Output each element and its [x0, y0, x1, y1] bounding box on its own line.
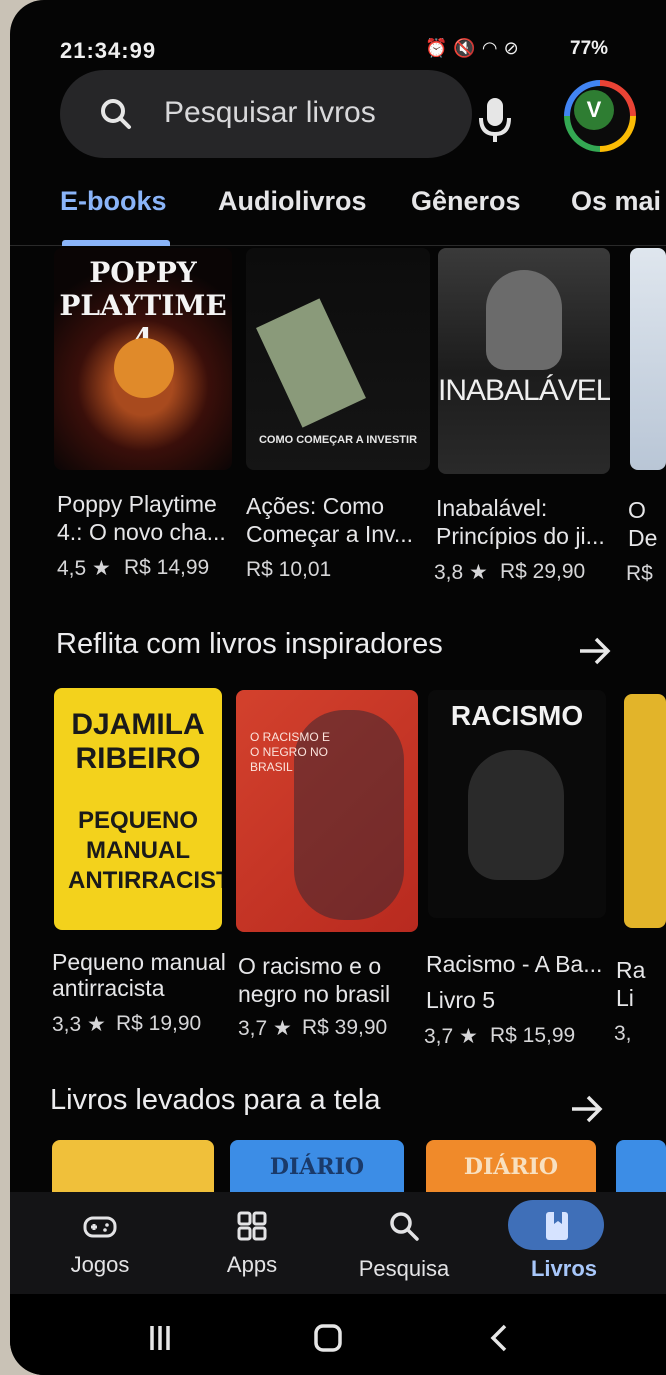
home-icon[interactable]: [308, 1318, 348, 1358]
search-icon: [390, 1212, 419, 1241]
book-price: R$ 19,90: [116, 1012, 202, 1035]
mute-icon: 🔇: [453, 38, 476, 58]
book-title[interactable]: negro no brasil: [238, 980, 418, 1008]
status-time: 21:34:99: [60, 38, 157, 63]
book-cover-partial[interactable]: [624, 694, 666, 928]
tab-os-mais[interactable]: Os mai: [571, 186, 661, 217]
book-rating: 3,: [614, 1022, 632, 1045]
microphone-icon[interactable]: [468, 84, 522, 154]
book-icon: [546, 1212, 568, 1240]
book-title[interactable]: Ações: Como: [246, 492, 426, 520]
arrow-right-icon[interactable]: [572, 628, 618, 674]
book-title[interactable]: Pequeno manual: [52, 948, 232, 976]
section-title: Livros levados para a tela: [50, 1084, 381, 1116]
search-placeholder: Pesquisar livros: [164, 96, 376, 129]
tab-audiolivros[interactable]: Audiolivros: [218, 186, 367, 217]
book-rating: 3,7 ★: [424, 1025, 478, 1048]
gamepad-icon: [83, 1216, 117, 1238]
status-icons: ⏰ 🔇 ◠ ⊘: [425, 38, 519, 59]
play-books-screen: 21:34:99 ⏰ 🔇 ◠ ⊘ 77% Pesquisar livros V …: [10, 0, 666, 1375]
book-title[interactable]: Poppy Playtime: [57, 490, 237, 518]
search-bar[interactable]: Pesquisar livros: [60, 70, 472, 158]
book-price: R$: [626, 562, 653, 585]
book-rating: 3,8 ★: [434, 561, 488, 584]
book-price: R$ 10,01: [246, 558, 332, 581]
nav-label: Jogos: [70, 1252, 130, 1277]
book-rating: 4,5 ★: [57, 557, 111, 580]
section-title: Reflita com livros inspiradores: [56, 628, 443, 660]
tab-ebooks[interactable]: E-books: [60, 186, 167, 217]
book-cover-partial[interactable]: [52, 1140, 214, 1200]
tab-generos[interactable]: Gêneros: [411, 186, 521, 217]
book-title[interactable]: O: [628, 496, 666, 524]
book-title[interactable]: antirracista: [52, 974, 232, 1002]
blocked-icon: ⊘: [503, 38, 519, 58]
book-cover-o-racismo[interactable]: O RACISMO E O NEGRO NO BRASIL: [236, 690, 418, 932]
book-cover-racismo[interactable]: RACISMO: [428, 690, 606, 918]
book-cover-acoes[interactable]: COMO COMEÇAR A INVESTIR: [246, 248, 430, 470]
book-cover-diario-2[interactable]: DIÁRIO: [426, 1140, 596, 1200]
wifi-icon: ◠: [481, 38, 498, 58]
book-title[interactable]: O racismo e o: [238, 952, 418, 980]
book-cover-diario[interactable]: DIÁRIO: [230, 1140, 404, 1200]
account-avatar[interactable]: V: [564, 80, 636, 152]
nav-apps[interactable]: Apps: [192, 1200, 312, 1286]
book-title[interactable]: De: [628, 524, 666, 552]
recents-icon[interactable]: [140, 1318, 180, 1358]
nav-livros[interactable]: Livros: [504, 1200, 624, 1286]
book-price: R$ 39,90: [302, 1016, 388, 1039]
apps-grid-icon: [237, 1211, 267, 1241]
book-price: R$ 29,90: [500, 560, 586, 583]
book-price: R$ 15,99: [490, 1024, 576, 1047]
book-title[interactable]: Ra: [616, 956, 666, 984]
book-title[interactable]: Racismo - A Ba...: [426, 950, 602, 978]
nav-label: Pesquisa: [358, 1256, 450, 1281]
avatar-initial: V: [574, 90, 614, 130]
book-cover-partial[interactable]: [616, 1140, 666, 1200]
book-cover-partial[interactable]: [630, 248, 666, 470]
book-title[interactable]: Livro 5: [426, 986, 606, 1014]
book-price: R$ 14,99: [124, 556, 210, 579]
arrow-right-icon[interactable]: [564, 1086, 610, 1132]
tab-indicator: [62, 240, 170, 246]
book-title[interactable]: Começar a Inv...: [246, 520, 426, 548]
book-title[interactable]: Li: [616, 984, 666, 1012]
search-icon: [101, 99, 131, 129]
back-icon[interactable]: [480, 1318, 520, 1358]
nav-label: Apps: [226, 1252, 278, 1277]
book-rating: 3,3 ★: [52, 1013, 106, 1036]
battery-level: 77%: [570, 38, 609, 59]
book-title[interactable]: 4.: O novo cha...: [57, 518, 237, 546]
nav-pesquisa[interactable]: Pesquisa: [344, 1200, 464, 1286]
nav-jogos[interactable]: Jogos: [40, 1200, 160, 1286]
book-title[interactable]: Princípios do ji...: [436, 522, 616, 550]
book-cover-poppy[interactable]: POPPY PLAYTIME 4: [54, 248, 232, 470]
nav-label: Livros: [530, 1256, 598, 1281]
alarm-icon: ⏰: [425, 38, 448, 58]
book-title[interactable]: Inabalável:: [436, 494, 616, 522]
book-cover-inabalavel[interactable]: INABALÁVEL: [438, 248, 610, 474]
book-rating: 3,7 ★: [238, 1017, 292, 1040]
book-cover-djamila[interactable]: DJAMILA RIBEIRO PEQUENO MANUAL ANTIRRACI…: [54, 688, 222, 930]
